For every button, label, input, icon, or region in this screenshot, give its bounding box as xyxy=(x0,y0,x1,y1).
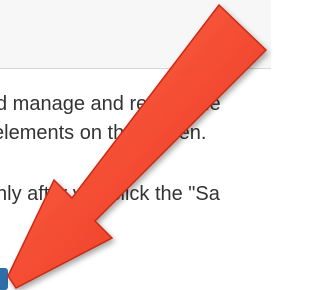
pointer-arrow-icon xyxy=(7,3,268,289)
